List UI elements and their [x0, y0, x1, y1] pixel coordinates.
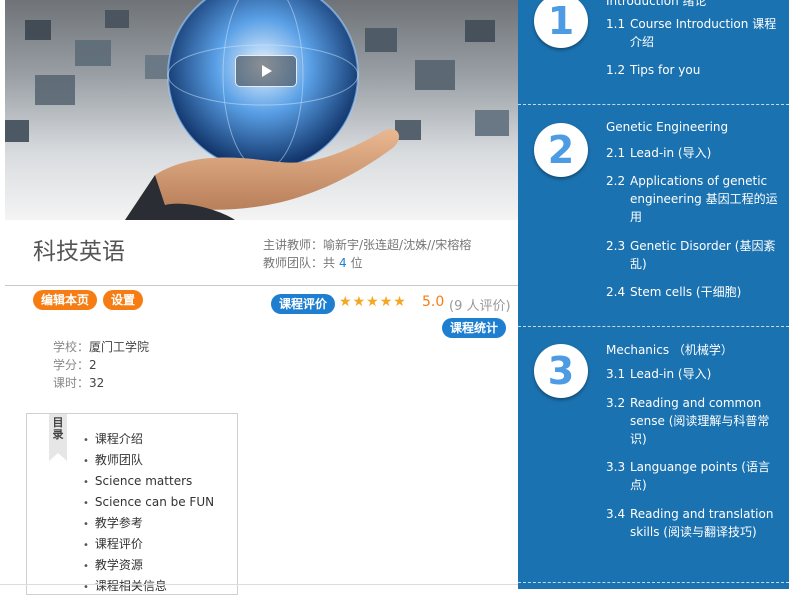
- course-video-cover[interactable]: [5, 0, 518, 220]
- teacher-line: 主讲教师：喻新宇/张连超/沈姝//宋榕榕: [263, 236, 471, 254]
- lesson-title: Reading and translation skills (阅读与翻译技巧): [630, 507, 774, 539]
- lesson-link[interactable]: 2.1 Lead-in (导入): [606, 144, 786, 162]
- hours-row: 课时：32: [53, 374, 149, 392]
- lesson-number: 2.1: [606, 146, 626, 160]
- unit-number-badge: 2: [534, 123, 588, 177]
- toc-item[interactable]: 教师团队: [83, 450, 214, 471]
- hours-label: 课时：: [53, 376, 90, 390]
- rating-count: (9 人评价): [449, 299, 511, 314]
- lesson-link[interactable]: 1.1 Course Introduction 课程介绍: [606, 15, 786, 51]
- star-icon: ★: [366, 294, 380, 310]
- teacher-names[interactable]: 喻新宇/张连超/沈姝//宋榕榕: [323, 238, 471, 252]
- lesson-number: 2.2: [606, 174, 626, 188]
- lesson-title: Languange points (语言点): [630, 460, 770, 492]
- lesson-title: Lead-in (导入): [630, 146, 712, 160]
- star-icon: ★: [379, 294, 394, 310]
- lesson-link[interactable]: 1.2 Tips for you: [606, 61, 786, 79]
- unit-title[interactable]: Mechanics （机械学）: [606, 341, 733, 358]
- edit-page-button[interactable]: 编辑本页: [33, 290, 98, 310]
- toc-item[interactable]: 课程介绍: [83, 429, 214, 450]
- lesson-number: 2.3: [606, 239, 626, 253]
- toc-item[interactable]: 课程评价: [83, 534, 214, 555]
- toc-tag: 目录: [49, 414, 67, 461]
- star-icon: ★: [352, 294, 367, 310]
- course-title: 科技英语: [33, 239, 125, 265]
- lesson-title: Reading and common sense (阅读理解与科普常识): [630, 396, 770, 446]
- lesson-number: 3.2: [606, 396, 626, 410]
- team-count[interactable]: 4: [335, 256, 351, 270]
- bottom-border: [0, 584, 518, 585]
- school-row: 学校：厦门工学院: [53, 338, 149, 356]
- lesson-number: 2.4: [606, 285, 626, 299]
- unit-title[interactable]: Genetic Engineering: [606, 120, 728, 134]
- toc-item[interactable]: 教学参考: [83, 513, 214, 534]
- course-meta: 学校：厦门工学院 学分：2 课时：32: [53, 338, 149, 392]
- lesson-title: Tips for you: [630, 63, 701, 77]
- hours-value: 32: [89, 376, 105, 390]
- play-video-button[interactable]: [235, 55, 297, 87]
- credit-value: 2: [89, 358, 97, 372]
- lesson-link[interactable]: 2.2 Applications of genetic engineering 基…: [606, 172, 786, 226]
- team-line: 教师团队：共 4 位: [263, 254, 471, 272]
- toc-list: 课程介绍 教师团队 Science matters Science can be…: [83, 429, 214, 594]
- unit-title[interactable]: Introduction 绪论: [606, 0, 706, 9]
- table-of-contents: 目录 课程介绍 教师团队 Science matters Science can…: [26, 413, 238, 595]
- rating-score: 5.0: [422, 294, 445, 310]
- credit-label: 学分：: [53, 358, 90, 372]
- unit-number-badge: 1: [534, 0, 588, 48]
- lesson-title: Lead-in (导入): [630, 367, 712, 381]
- course-review-button[interactable]: 课程评价: [271, 294, 336, 314]
- toc-item[interactable]: 教学资源: [83, 555, 214, 576]
- lesson-title: Stem cells (干细胞): [630, 285, 742, 299]
- unit-divider: [518, 104, 789, 105]
- team-unit: 位: [350, 256, 363, 270]
- course-main: 科技英语 主讲教师：喻新宇/张连超/沈姝//宋榕榕 教师团队：共 4 位 编辑本页 …: [0, 0, 518, 595]
- lesson-title: Course Introduction 课程介绍: [630, 17, 777, 49]
- globe-hand-image: [5, 0, 509, 220]
- toc-item[interactable]: 课程相关信息: [83, 576, 214, 594]
- toc-item[interactable]: Science matters: [83, 471, 214, 492]
- school-label: 学校：: [53, 340, 90, 354]
- lesson-link[interactable]: 3.4 Reading and translation skills (阅读与翻译…: [606, 505, 786, 541]
- divider: [5, 285, 518, 286]
- lesson-link[interactable]: 3.1 Lead-in (导入): [606, 365, 786, 383]
- lesson-title: Genetic Disorder (基因紊乱): [630, 239, 776, 271]
- teacher-info: 主讲教师：喻新宇/张连超/沈姝//宋榕榕 教师团队：共 4 位: [263, 236, 471, 272]
- lesson-number: 1.2: [606, 63, 626, 77]
- chapter-sidebar: 1 Introduction 绪论 1.1 Course Introduction…: [518, 0, 789, 589]
- toc-item[interactable]: Science can be FUN: [83, 492, 214, 513]
- unit-divider: [518, 326, 789, 327]
- lesson-link[interactable]: 2.4 Stem cells (干细胞): [606, 283, 786, 301]
- lesson-number: 3.3: [606, 460, 626, 474]
- lesson-link[interactable]: 3.3 Languange points (语言点): [606, 458, 786, 494]
- lesson-number: 1.1: [606, 17, 626, 31]
- credit-row: 学分：2: [53, 356, 149, 374]
- rating-stars: ★★★★★: [339, 294, 407, 310]
- settings-button[interactable]: 设置: [103, 290, 144, 310]
- lesson-number: 3.1: [606, 367, 626, 381]
- star-icon: ★: [339, 294, 353, 310]
- lesson-link[interactable]: 3.2 Reading and common sense (阅读理解与科普常识): [606, 394, 786, 448]
- teacher-label: 主讲教师：: [263, 238, 324, 252]
- lesson-title: Applications of genetic engineering 基因工程…: [630, 174, 778, 224]
- unit-divider: [518, 582, 789, 583]
- school-value: 厦门工学院: [89, 340, 150, 354]
- lesson-link[interactable]: 2.3 Genetic Disorder (基因紊乱): [606, 237, 786, 273]
- unit-number-badge: 3: [534, 344, 588, 398]
- star-icon: ★: [393, 294, 407, 310]
- team-label: 教师团队：共: [263, 256, 336, 270]
- lesson-number: 3.4: [606, 507, 626, 521]
- course-stats-button[interactable]: 课程统计: [442, 318, 507, 338]
